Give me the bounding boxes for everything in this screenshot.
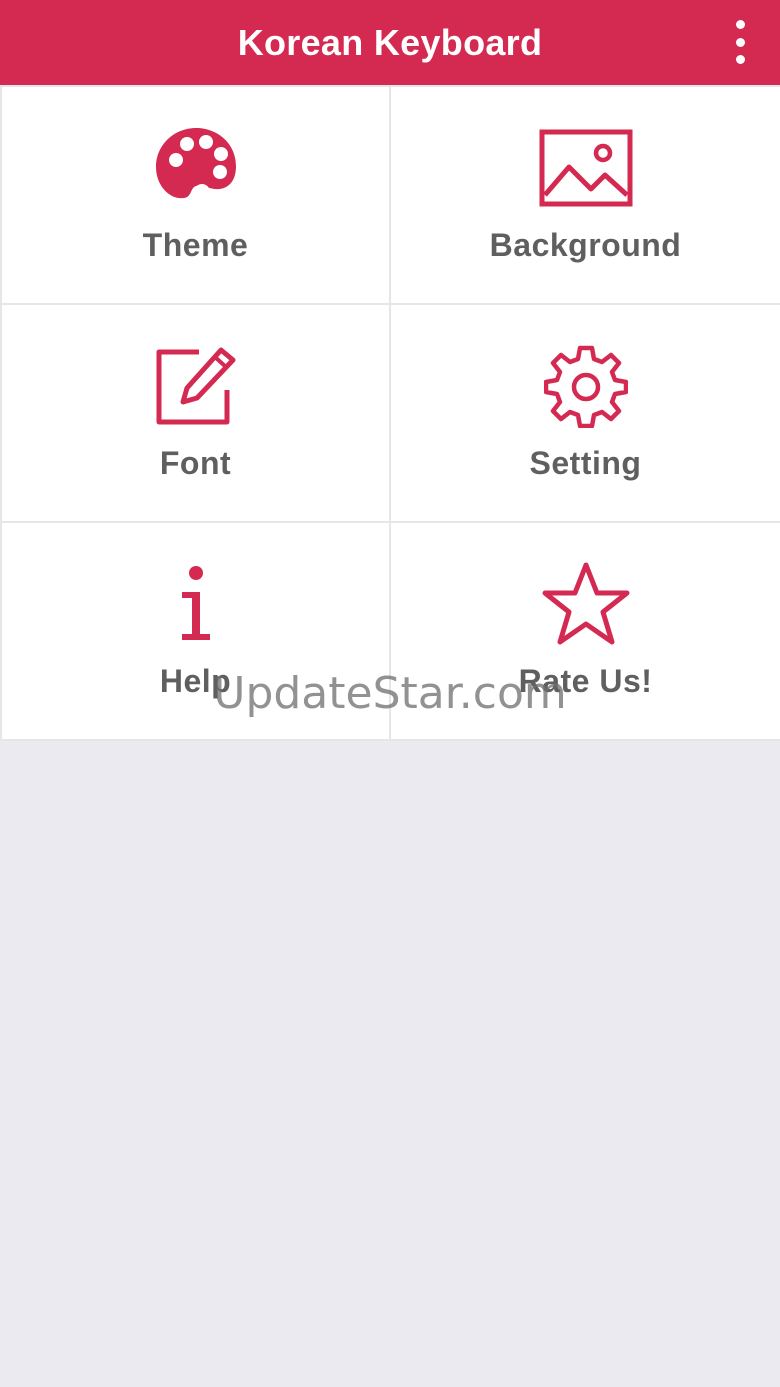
app-title: Korean Keyboard <box>237 21 543 63</box>
more-vert-icon <box>735 20 745 29</box>
font-tile[interactable]: Font <box>2 305 389 521</box>
background-tile[interactable]: Background <box>391 87 780 303</box>
background-label: Background <box>489 227 682 263</box>
theme-tile[interactable]: Theme <box>2 87 389 303</box>
font-label: Font <box>159 445 232 481</box>
overflow-menu-button[interactable] <box>726 20 754 64</box>
app-bar: Korean Keyboard <box>0 0 780 85</box>
info-icon <box>148 559 244 649</box>
help-label: Help <box>159 663 232 699</box>
image-icon <box>538 123 634 213</box>
palette-icon <box>148 123 244 213</box>
setting-label: Setting <box>529 445 642 481</box>
edit-icon <box>148 341 244 431</box>
setting-tile[interactable]: Setting <box>391 305 780 521</box>
star-icon <box>538 559 634 649</box>
rate-us-label: Rate Us! <box>518 663 653 699</box>
gear-icon <box>538 341 634 431</box>
theme-label: Theme <box>142 227 249 263</box>
help-tile[interactable]: Help <box>2 523 389 739</box>
rate-us-tile[interactable]: Rate Us! <box>391 523 780 739</box>
menu-grid: Theme Background Font Setting Help Rate … <box>0 85 780 741</box>
